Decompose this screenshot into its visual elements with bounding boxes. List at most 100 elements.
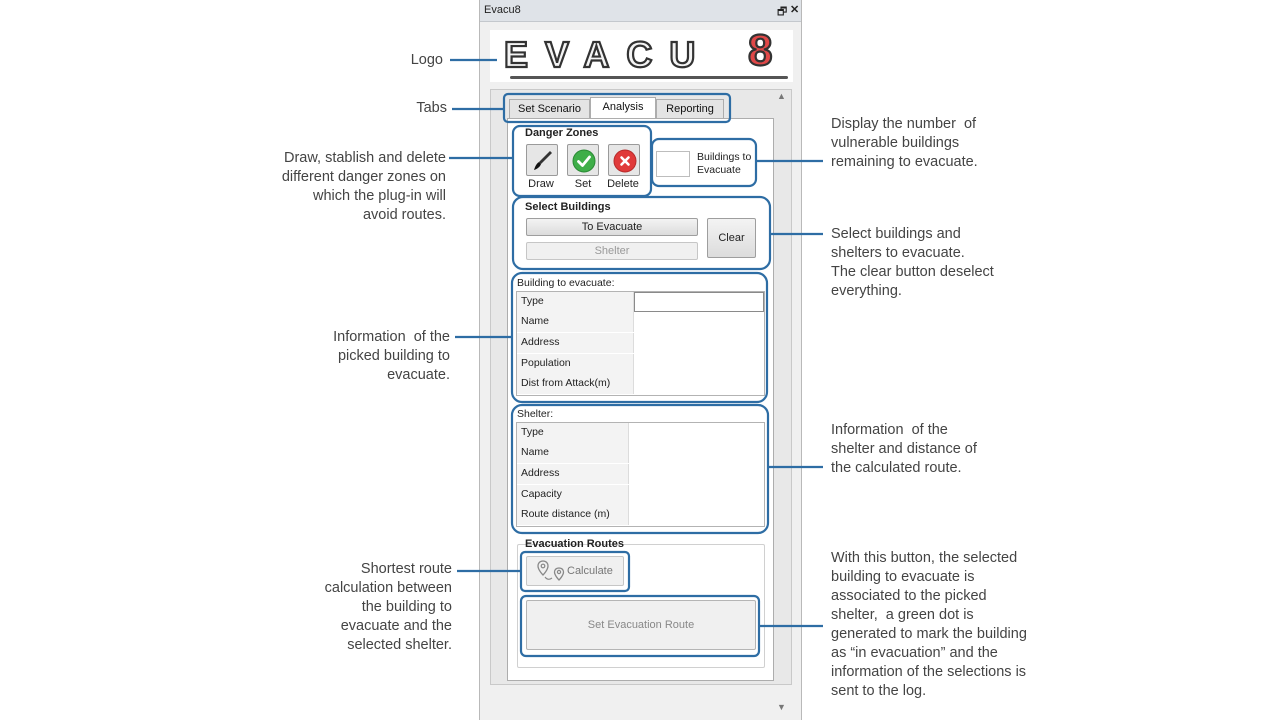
field-name: Type: [517, 423, 629, 443]
callout-line: Select buildings and: [831, 226, 961, 242]
callout-line: information of the selections is: [831, 664, 1027, 680]
field-name: Capacity: [517, 485, 629, 505]
calculate-button[interactable]: Calculate: [526, 556, 624, 586]
tab-reporting[interactable]: Reporting: [656, 99, 724, 118]
tab-label: Reporting: [666, 103, 714, 115]
tab-set-scenario[interactable]: Set Scenario: [509, 99, 590, 118]
callout-line: the calculated route.: [831, 460, 962, 476]
field-value[interactable]: [629, 505, 764, 525]
field-value[interactable]: [634, 374, 764, 394]
callout-line: vulnerable buildings: [831, 135, 960, 151]
evacuation-routes-title: Evacuation Routes: [525, 538, 625, 550]
callout-line: The clear button deselect: [831, 264, 994, 280]
callout-line: Information of the: [831, 422, 948, 438]
callout-danger-zones: Draw, stablish and delete different dang…: [246, 149, 446, 225]
field-name: Route distance (m): [517, 505, 629, 525]
callout-line: selected shelter.: [347, 637, 452, 653]
callout-line: evacuate.: [387, 367, 450, 383]
callout-set-route: With this button, the selected building …: [831, 549, 1071, 701]
callout-line: Shortest route: [360, 561, 452, 577]
tab-label: Set Scenario: [518, 103, 581, 115]
callout-line: building to evacuate is: [831, 569, 975, 585]
callout-line: With this button, the selected: [831, 550, 1018, 566]
field-value[interactable]: [634, 312, 764, 332]
select-buildings-title: Select Buildings: [525, 201, 611, 213]
callout-tabs: Tabs: [360, 99, 447, 118]
field-name: Dist from Attack(m): [517, 374, 634, 394]
table-row: Address: [517, 464, 764, 484]
set-button-label: Set: [574, 178, 592, 190]
set-evacuation-route-button[interactable]: Set Evacuation Route: [526, 600, 756, 650]
table-row: Route distance (m): [517, 505, 764, 525]
set-button[interactable]: [567, 144, 599, 176]
callout-shelter-info: Information of the shelter and distance …: [831, 421, 1061, 478]
callout-line: calculation between: [324, 580, 452, 596]
callout-building-info: Information of the picked building to ev…: [296, 328, 450, 385]
table-row: Population: [517, 354, 764, 374]
field-value[interactable]: [629, 443, 764, 463]
to-evacuate-button[interactable]: To Evacuate: [526, 218, 698, 236]
table-row: Name: [517, 443, 764, 463]
vertical-scrollbar[interactable]: ▲ ▼: [774, 91, 790, 716]
callout-counter: Display the number of vulnerable buildin…: [831, 115, 1061, 172]
table-row: Type: [517, 292, 764, 312]
callout-line: generated to mark the building: [831, 626, 1027, 642]
shelter-button[interactable]: Shelter: [526, 242, 698, 260]
callout-calculate: Shortest route calculation between the b…: [296, 560, 452, 655]
callout-line: which the plug-in will: [313, 188, 446, 204]
field-value[interactable]: [629, 464, 764, 484]
table-row: Address: [517, 333, 764, 353]
callout-line: shelter, a green dot is: [831, 607, 974, 623]
buildings-label-line: Evacuate: [697, 164, 741, 176]
field-name: Type: [517, 292, 634, 312]
callout-logo: Logo: [360, 51, 443, 70]
clear-button[interactable]: Clear: [707, 218, 756, 258]
table-row: Name: [517, 312, 764, 332]
buildings-to-evacuate-label: Buildings to Evacuate: [697, 151, 751, 177]
restore-window-icon[interactable]: 🗗: [777, 3, 787, 22]
callout-line: Display the number of: [831, 116, 977, 132]
field-name: Name: [517, 443, 629, 463]
danger-zones-title: Danger Zones: [525, 127, 599, 139]
callout-logo-text: Logo: [410, 52, 443, 68]
table-row: Capacity: [517, 485, 764, 505]
logo-underline: [510, 76, 788, 79]
tab-analysis[interactable]: Analysis: [590, 97, 656, 119]
field-value[interactable]: [629, 423, 764, 443]
shelter-info-title: Shelter:: [517, 408, 554, 420]
callout-line: avoid routes.: [362, 207, 446, 223]
callout-line: remaining to evacuate.: [831, 154, 978, 170]
field-name: Name: [517, 312, 634, 332]
field-value[interactable]: [634, 354, 764, 374]
callout-line: evacuate and the: [340, 618, 452, 634]
delete-button-label: Delete: [607, 178, 639, 190]
field-value[interactable]: [629, 485, 764, 505]
field-name: Address: [517, 464, 629, 484]
table-row: Dist from Attack(m): [517, 374, 764, 394]
tab-label: Analysis: [602, 101, 644, 113]
scroll-up-icon[interactable]: ▲: [777, 91, 786, 101]
callout-line: as “in evacuation” and the: [831, 645, 998, 661]
logo-letters: EVACU: [503, 33, 713, 76]
callout-line: the building to: [361, 599, 452, 615]
shelter-info-table: Type Name Address Capacity Route distanc…: [516, 422, 765, 527]
route-pins-icon: [537, 560, 565, 581]
field-value[interactable]: [634, 292, 764, 312]
delete-button[interactable]: [608, 144, 640, 176]
logo: EVACU 8: [490, 25, 793, 82]
callout-line: everything.: [831, 283, 902, 299]
scroll-down-icon[interactable]: ▼: [777, 702, 786, 712]
brush-icon: [534, 151, 552, 170]
draw-button[interactable]: [526, 144, 558, 176]
callout-line: sent to the log.: [831, 683, 927, 699]
callout-line: associated to the picked: [831, 588, 987, 604]
callout-line: shelters to evacuate.: [831, 245, 965, 261]
close-icon[interactable]: ✕: [790, 3, 799, 16]
callout-line: picked building to: [337, 348, 450, 364]
building-info-table: Type Name Address Population Dist from A…: [516, 291, 765, 396]
callout-line: different danger zones on: [281, 169, 446, 185]
callout-line: Information of the: [333, 329, 450, 345]
check-icon: [572, 149, 596, 173]
field-value[interactable]: [634, 333, 764, 353]
logo-digit: 8: [747, 25, 774, 76]
